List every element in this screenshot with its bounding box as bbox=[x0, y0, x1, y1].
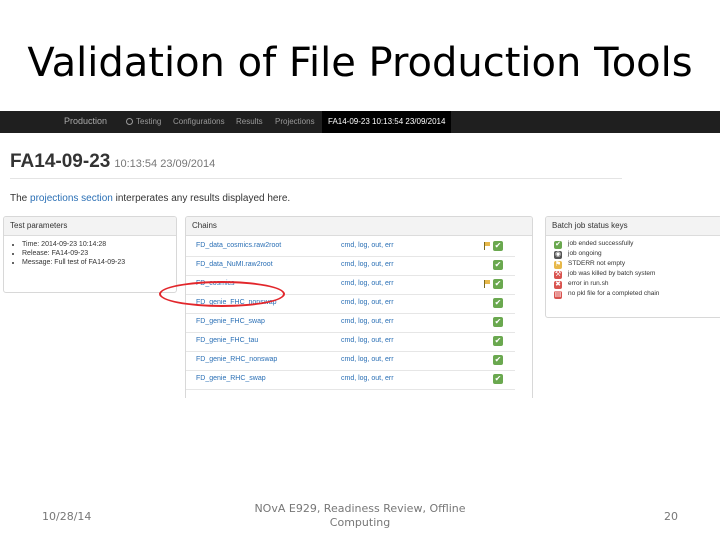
chain-log-links[interactable]: cmd, log, out, err bbox=[341, 318, 394, 325]
batch-key-item: ◉ job ongoing bbox=[554, 250, 602, 260]
batch-keys-heading: Batch job status keys bbox=[546, 217, 720, 236]
divider bbox=[10, 178, 622, 179]
wrench-icon: ⚒ bbox=[554, 271, 562, 279]
check-icon: ✔ bbox=[554, 241, 562, 249]
slide-title: Validation of File Production Tools bbox=[27, 40, 693, 86]
embedded-screenshot: Production Testing Configurations Result… bbox=[0, 111, 720, 398]
batch-key-label: job ongoing bbox=[568, 250, 602, 257]
projections-link[interactable]: projections section bbox=[30, 193, 113, 204]
batch-key-item: ⚒ job was killed by batch system bbox=[554, 270, 655, 280]
nav-item-testing[interactable]: Testing bbox=[126, 111, 161, 133]
chain-name-link[interactable]: FD_data_NuMI.raw2root bbox=[196, 261, 273, 268]
footer-page-number: 20 bbox=[664, 510, 678, 523]
check-icon: ✔ bbox=[493, 355, 503, 365]
footer-center: NOvA E929, Readiness Review, Offline Com… bbox=[250, 502, 470, 530]
batch-key-label: error in run.sh bbox=[568, 280, 609, 287]
chain-row: FD_genie_RHC_swap cmd, log, out, err ✔ bbox=[186, 370, 515, 390]
footer-center-line1: NOvA E929, Readiness Review, Offline bbox=[254, 502, 466, 515]
nav-item-configurations[interactable]: Configurations bbox=[173, 111, 225, 133]
batch-key-item: ✔ job ended successfully bbox=[554, 240, 633, 250]
flag-icon bbox=[484, 242, 490, 250]
chain-row: FD_data_NuMI.raw2root cmd, log, out, err ✔ bbox=[186, 256, 515, 276]
clock-icon bbox=[126, 118, 133, 125]
check-icon: ✔ bbox=[493, 279, 503, 289]
check-icon: ✔ bbox=[493, 298, 503, 308]
check-icon: ✔ bbox=[493, 241, 503, 251]
nav-item-active-test[interactable]: FA14-09-23 10:13:54 23/09/2014 bbox=[322, 111, 452, 133]
param-release: Release: FA14-09-23 bbox=[22, 249, 176, 258]
chains-panel: Chains FD_data_cosmics.raw2root cmd, log,… bbox=[185, 216, 533, 398]
intro-text: The projections section interperates any… bbox=[10, 193, 290, 204]
file-icon: ▤ bbox=[554, 291, 562, 299]
batch-key-label: job ended successfully bbox=[568, 240, 634, 247]
batch-key-label: no pkl file for a completed chain bbox=[568, 290, 660, 297]
test-parameters-panel: Test parameters Time: 2014-09-23 10:14:2… bbox=[3, 216, 177, 293]
batch-key-item: ⚑ STDERR not empty bbox=[554, 260, 625, 270]
check-icon: ✔ bbox=[493, 260, 503, 270]
page-subtitle: 10:13:54 23/09/2014 bbox=[114, 158, 216, 170]
chain-log-links[interactable]: cmd, log, out, err bbox=[341, 337, 394, 344]
flag-icon: ⚑ bbox=[554, 261, 562, 269]
chains-heading: Chains bbox=[186, 217, 532, 236]
nav-brand[interactable]: Production bbox=[64, 111, 107, 133]
flag-icon bbox=[484, 280, 490, 288]
intro-after: interperates any results displayed here. bbox=[112, 193, 291, 204]
chain-row: FD_genie_RHC_nonswap cmd, log, out, err ✔ bbox=[186, 351, 515, 371]
footer-date: 10/28/14 bbox=[42, 510, 92, 523]
chain-log-links[interactable]: cmd, log, out, err bbox=[341, 280, 394, 287]
page-title: FA14-09-23 10:13:54 23/09/2014 bbox=[10, 151, 215, 173]
chain-log-links[interactable]: cmd, log, out, err bbox=[341, 261, 394, 268]
highlight-circle bbox=[159, 281, 285, 307]
intro-before: The bbox=[10, 193, 31, 204]
chain-log-links[interactable]: cmd, log, out, err bbox=[341, 375, 394, 382]
chain-log-links[interactable]: cmd, log, out, err bbox=[341, 356, 394, 363]
batch-key-item: ▤ no pkl file for a completed chain bbox=[554, 290, 659, 300]
batch-keys-panel: Batch job status keys ✔ job ended success… bbox=[545, 216, 720, 318]
batch-key-label: job was killed by batch system bbox=[568, 270, 656, 277]
chain-name-link[interactable]: FD_genie_RHC_nonswap bbox=[196, 356, 277, 363]
batch-key-item: ✖ error in run.sh bbox=[554, 280, 608, 290]
chain-row: FD_genie_FHC_swap cmd, log, out, err ✔ bbox=[186, 313, 515, 333]
chain-log-links[interactable]: cmd, log, out, err bbox=[341, 299, 394, 306]
param-message: Message: Full test of FA14-09-23 bbox=[22, 258, 176, 267]
check-icon: ✔ bbox=[493, 374, 503, 384]
footer-center-line2: Computing bbox=[329, 516, 391, 529]
test-parameters-heading: Test parameters bbox=[4, 217, 176, 236]
chain-name-link[interactable]: FD_genie_RHC_swap bbox=[196, 375, 266, 382]
cross-icon: ✖ bbox=[554, 281, 562, 289]
chain-name-link[interactable]: FD_genie_FHC_swap bbox=[196, 318, 265, 325]
chain-log-links[interactable]: cmd, log, out, err bbox=[341, 242, 394, 249]
batch-key-label: STDERR not empty bbox=[568, 260, 626, 267]
test-parameters-list: Time: 2014-09-23 10:14:28 Release: FA14-… bbox=[4, 236, 176, 267]
check-icon: ✔ bbox=[493, 336, 503, 346]
nav-item-projections[interactable]: Projections bbox=[275, 111, 315, 133]
page-title-text: FA14-09-23 bbox=[10, 151, 111, 172]
nav-item-testing-label: Testing bbox=[136, 117, 162, 126]
param-time: Time: 2014-09-23 10:14:28 bbox=[22, 240, 176, 249]
chain-name-link[interactable]: FD_genie_FHC_tau bbox=[196, 337, 258, 344]
nav-item-results[interactable]: Results bbox=[236, 111, 263, 133]
top-navbar: Production Testing Configurations Result… bbox=[0, 111, 720, 133]
chain-row: FD_data_cosmics.raw2root cmd, log, out, e… bbox=[186, 237, 515, 257]
eye-icon: ◉ bbox=[554, 251, 562, 259]
check-icon: ✔ bbox=[493, 317, 503, 327]
chain-row: FD_genie_FHC_tau cmd, log, out, err ✔ bbox=[186, 332, 515, 352]
chain-name-link[interactable]: FD_data_cosmics.raw2root bbox=[196, 242, 281, 249]
